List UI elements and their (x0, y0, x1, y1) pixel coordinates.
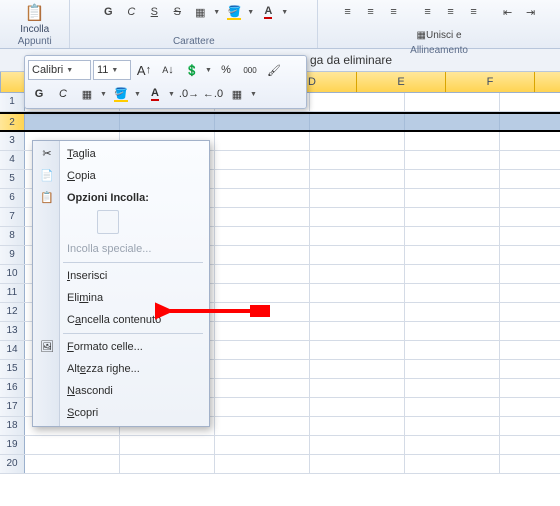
row-header[interactable]: 2 (0, 114, 25, 130)
ctx-insert[interactable]: Inserisci (35, 265, 207, 287)
paste-button[interactable]: 📋 Incolla (16, 2, 53, 35)
row-header[interactable]: 19 (0, 436, 25, 454)
cell[interactable] (310, 93, 405, 111)
row-header[interactable]: 8 (0, 227, 25, 245)
comma-style-button[interactable]: 000 (239, 59, 261, 81)
paste-option-icon (97, 210, 119, 234)
ribbon: 📋 Incolla Appunti G C S S ▦▼ 🪣▼ A▼ Carat… (0, 0, 560, 49)
col-header[interactable]: E (357, 72, 446, 92)
ctx-paste-options-heading: 📋Opzioni Incolla: (35, 187, 207, 209)
font-color-button[interactable]: A (258, 2, 278, 22)
mini-increase-decimal-button[interactable]: ←.0 (202, 83, 224, 105)
ctx-hide[interactable]: Nascondi (35, 380, 207, 402)
col-header[interactable]: G (535, 72, 560, 92)
row-selected: 2 (0, 112, 560, 132)
merge-button[interactable]: ▦ Unisci e (413, 25, 466, 45)
row-header[interactable]: 4 (0, 151, 25, 169)
font-group-label: Carattere (76, 36, 311, 48)
align-right-button[interactable]: ≡ (464, 2, 484, 22)
clipboard-group: 📋 Incolla Appunti (0, 0, 70, 48)
cell[interactable] (500, 114, 560, 130)
mini-decrease-decimal-button[interactable]: .0→ (178, 83, 200, 105)
mini-italic-button[interactable]: C (52, 83, 74, 105)
row-header[interactable]: 9 (0, 246, 25, 264)
annotation-arrow (155, 296, 275, 326)
increase-font-button[interactable]: A↑ (133, 59, 155, 81)
mini-toolbar: Calibri▼ 11▼ A↑ A↓ 💲▼ % 000 🖌 G C ▦▼ 🪣▼ … (24, 55, 307, 109)
align-middle-button[interactable]: ≡ (361, 2, 381, 22)
row-header[interactable]: 11 (0, 284, 25, 302)
accounting-format-button[interactable]: 💲 (181, 59, 203, 81)
cell[interactable] (120, 114, 215, 130)
bold-button[interactable]: G (98, 2, 118, 22)
paste-label: Incolla (20, 24, 49, 35)
copy-icon: 📄 (39, 168, 55, 184)
percent-button[interactable]: % (215, 59, 237, 81)
mini-fill-button[interactable]: 🪣 (110, 83, 132, 105)
align-top-button[interactable]: ≡ (338, 2, 358, 22)
ctx-row-height[interactable]: Altezza righe... (35, 358, 207, 380)
strike-button[interactable]: S (167, 2, 187, 22)
row-header[interactable]: 3 (0, 132, 25, 150)
row-header[interactable]: 10 (0, 265, 25, 283)
cell[interactable] (500, 93, 560, 111)
col-header[interactable]: F (446, 72, 535, 92)
row-header[interactable]: 5 (0, 170, 25, 188)
row-header[interactable]: 7 (0, 208, 25, 226)
align-center-button[interactable]: ≡ (441, 2, 461, 22)
row-header[interactable]: 12 (0, 303, 25, 321)
decrease-font-button[interactable]: A↓ (157, 59, 179, 81)
cell[interactable] (310, 114, 405, 130)
underline-button[interactable]: S (144, 2, 164, 22)
cell[interactable] (25, 114, 120, 130)
italic-button[interactable]: C (121, 2, 141, 22)
font-group: G C S S ▦▼ 🪣▼ A▼ Carattere (70, 0, 318, 48)
paste-icon: 📋 (24, 2, 46, 24)
row-header[interactable]: 14 (0, 341, 25, 359)
border-button[interactable]: ▦ (190, 2, 210, 22)
increase-indent-button[interactable]: ⇥ (521, 2, 541, 22)
cell[interactable] (215, 114, 310, 130)
format-cells-icon: 🖼 (39, 339, 55, 355)
cell[interactable] (405, 93, 500, 111)
align-left-button[interactable]: ≡ (418, 2, 438, 22)
decrease-indent-button[interactable]: ⇤ (498, 2, 518, 22)
ctx-copy[interactable]: 📄Copia (35, 165, 207, 187)
ctx-unhide[interactable]: Scopri (35, 402, 207, 424)
clipboard-group-label: Appunti (6, 36, 63, 48)
mini-bold-button[interactable]: G (28, 83, 50, 105)
row-header[interactable]: 13 (0, 322, 25, 340)
row-header[interactable]: 6 (0, 189, 25, 207)
clipboard-icon: 📋 (39, 190, 55, 206)
cell[interactable] (405, 114, 500, 130)
row-header[interactable]: 16 (0, 379, 25, 397)
ctx-cut[interactable]: ✂Taglia (35, 143, 207, 165)
align-bottom-button[interactable]: ≡ (384, 2, 404, 22)
alignment-group: ≡ ≡ ≡ ≡ ≡ ≡ ⇤ ⇥ ▦ Unisci e Allineamento (318, 0, 560, 48)
row-header[interactable]: 20 (0, 455, 25, 473)
ctx-format-cells[interactable]: 🖼Formato celle... (35, 336, 207, 358)
format-painter-button[interactable]: 🖌 (263, 59, 285, 81)
row-header[interactable]: 1 (0, 93, 25, 111)
font-size-combo[interactable]: 11▼ (93, 60, 131, 80)
mini-merge-button[interactable]: ▦ (226, 83, 248, 105)
ctx-paste-special: Incolla speciale... (35, 238, 207, 260)
row-header[interactable]: 17 (0, 398, 25, 416)
scissors-icon: ✂ (39, 146, 55, 162)
fill-color-button[interactable]: 🪣 (224, 2, 244, 22)
ctx-paste-option-item[interactable] (35, 210, 207, 238)
context-menu: ✂Taglia 📄Copia 📋Opzioni Incolla: Incolla… (32, 140, 210, 427)
font-name-combo[interactable]: Calibri▼ (28, 60, 91, 80)
mini-border-button[interactable]: ▦ (76, 83, 98, 105)
row-header[interactable]: 18 (0, 417, 25, 435)
row-header[interactable]: 15 (0, 360, 25, 378)
mini-font-color-button[interactable]: A (144, 83, 166, 105)
